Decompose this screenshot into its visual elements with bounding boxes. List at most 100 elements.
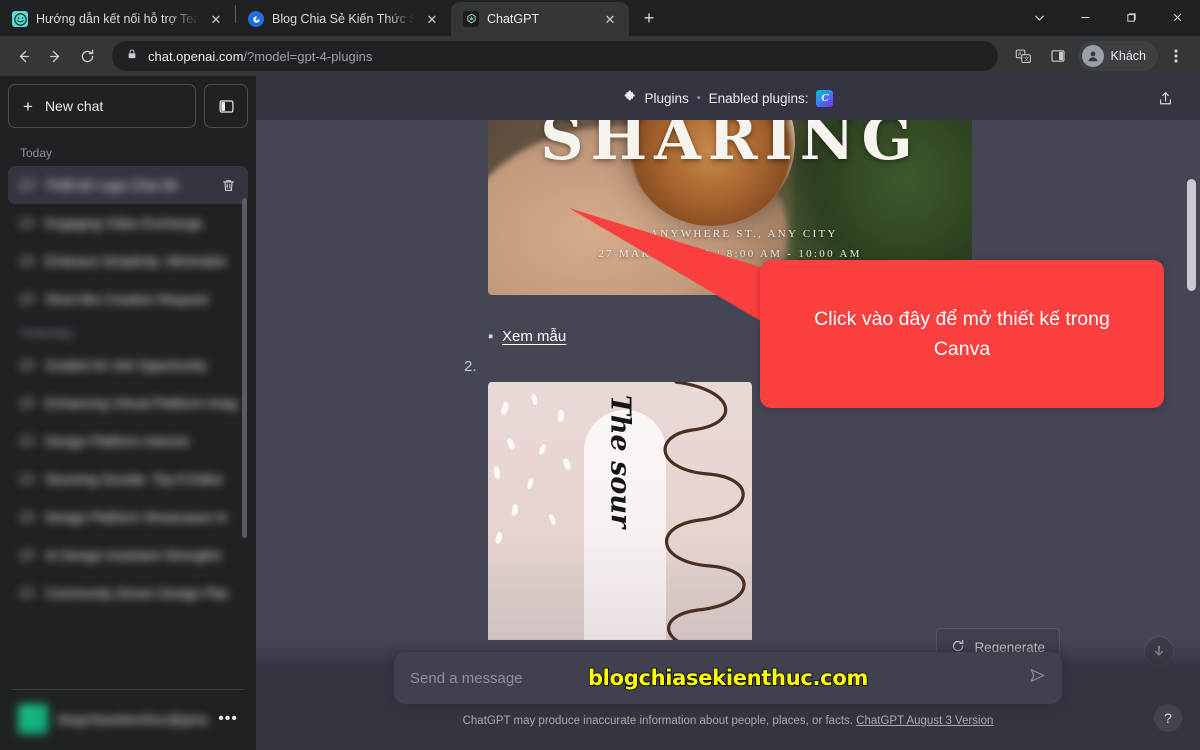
- disclaimer-body: ChatGPT may produce inaccurate informati…: [462, 715, 853, 727]
- chat-main: Plugins • Enabled plugins: C SHARING 123…: [256, 76, 1200, 750]
- list-item: Embrace Simplicity: Minimalist: [45, 253, 226, 269]
- decorative-speck: [537, 443, 548, 456]
- decorative-speck: [548, 513, 557, 526]
- browser-tab-chatgpt[interactable]: ChatGPT ✕: [451, 2, 629, 36]
- avatar: [18, 704, 48, 734]
- share-upload-icon[interactable]: [1152, 85, 1178, 111]
- three-dot-menu-icon[interactable]: [1160, 40, 1192, 72]
- sidebar-item-chat-4[interactable]: Guided Art Job Opportunity: [8, 346, 248, 384]
- flyer-details: 123 ANYWHERE ST., ANY CITY 27 MARCH, 202…: [488, 224, 972, 265]
- flyer-address: 123 ANYWHERE ST., ANY CITY: [622, 228, 838, 240]
- site-watermark: blogchiasekienthuc.com: [587, 665, 869, 691]
- close-window-icon[interactable]: [1154, 0, 1200, 34]
- browser-window: Hướng dẫn kết nối hỗ trợ Teamvi ✕ Blog C…: [0, 0, 1200, 750]
- minimize-icon[interactable]: [1062, 0, 1108, 34]
- url-text: chat.openai.com/?model=gpt-4-plugins: [148, 49, 372, 64]
- tab-title: Blog Chia Sẻ Kiến Thức Store - Sh: [272, 12, 415, 26]
- enabled-plugins-label: Enabled plugins:: [708, 90, 809, 106]
- back-icon[interactable]: [8, 41, 38, 71]
- the-source-design-image[interactable]: The sour: [488, 382, 752, 640]
- reload-icon[interactable]: [72, 41, 102, 71]
- address-bar[interactable]: chat.openai.com/?model=gpt-4-plugins: [112, 41, 998, 71]
- account-row[interactable]: blogchiasekienthuc@gmail.com •••: [8, 696, 248, 742]
- chat-scrollbar-thumb[interactable]: [1187, 179, 1196, 291]
- flyer-headline: SHARING: [540, 120, 920, 174]
- chat-bubble-icon: [20, 292, 35, 307]
- decorative-speck: [493, 465, 501, 480]
- sidebar-top-row: + New chat: [8, 84, 248, 128]
- message-composer[interactable]: Send a message blogchiasekienthuc.com: [394, 652, 1062, 704]
- page-content: + New chat Today Thiết kế Logo Chia Sẻ E…: [0, 76, 1200, 750]
- chat-bubble-icon: [20, 472, 35, 487]
- close-icon[interactable]: ✕: [423, 10, 441, 28]
- bullet-list-row: ▪ Xem mẫu: [488, 328, 566, 345]
- list-item: Short Bio Creation Request: [45, 291, 209, 307]
- list-item: Design Platform Showcases In: [45, 509, 228, 525]
- side-panel-icon[interactable]: [1042, 40, 1074, 72]
- composer-area: Send a message blogchiasekienthuc.com Ch…: [256, 638, 1200, 750]
- decorative-speck: [557, 409, 565, 423]
- new-chat-button[interactable]: + New chat: [8, 84, 196, 128]
- plugins-indicator[interactable]: Plugins • Enabled plugins: C: [623, 89, 834, 107]
- url-path: /?model=gpt-4-plugins: [243, 48, 373, 64]
- browser-tab-blog[interactable]: Blog Chia Sẻ Kiến Thức Store - Sh ✕: [236, 2, 451, 36]
- decorative-speck: [500, 401, 510, 416]
- composer-placeholder: Send a message: [410, 669, 523, 687]
- lock-icon: [126, 47, 138, 65]
- disclaimer-text: ChatGPT may produce inaccurate informati…: [463, 715, 994, 727]
- chat-bubble-icon: [20, 254, 35, 269]
- blog-icon: [248, 11, 264, 27]
- collapse-sidebar-icon[interactable]: [204, 84, 248, 128]
- chat-scrollbar[interactable]: [1186, 164, 1198, 750]
- sidebar-item-chat-1[interactable]: Engaging Video Exchange: [8, 204, 248, 242]
- chat-bubble-icon: [20, 434, 35, 449]
- decorative-speck: [526, 477, 535, 490]
- sidebar-item-chat-8[interactable]: Design Platform Showcases In: [8, 498, 248, 536]
- close-icon[interactable]: ✕: [207, 10, 225, 28]
- forward-icon[interactable]: [40, 41, 70, 71]
- list-item: Thiết kế Logo Chia Sẻ: [45, 177, 178, 193]
- plus-icon: +: [23, 96, 33, 116]
- new-tab-button[interactable]: +: [635, 4, 663, 32]
- decorative-squiggle: [663, 382, 746, 640]
- chat-bubble-icon: [20, 548, 35, 563]
- sidebar-item-chat-3[interactable]: Short Bio Creation Request: [8, 280, 248, 318]
- canva-plugin-icon[interactable]: C: [816, 89, 834, 107]
- close-icon[interactable]: ✕: [601, 10, 619, 28]
- callout-text: Click vào đây để mở thiết kế trong Canva: [814, 307, 1110, 360]
- trash-icon[interactable]: [221, 178, 236, 193]
- bullet-icon: ▪: [488, 328, 494, 345]
- design-text: The sour: [604, 394, 636, 529]
- tab-strip: Hướng dẫn kết nối hỗ trợ Teamvi ✕ Blog C…: [0, 0, 1200, 36]
- browser-tab-teamviewer[interactable]: Hướng dẫn kết nối hỗ trợ Teamvi ✕: [0, 2, 235, 36]
- profile-button[interactable]: Khách: [1077, 41, 1158, 71]
- translate-icon[interactable]: A文: [1008, 40, 1040, 72]
- chat-bubble-icon: [20, 358, 35, 373]
- sidebar-item-chat-2[interactable]: Embrace Simplicity: Minimalist: [8, 242, 248, 280]
- avatar: [1081, 45, 1104, 67]
- callout-box: Click vào đây để mở thiết kế trong Canva: [760, 260, 1164, 408]
- chevron-down-icon[interactable]: [1016, 0, 1062, 34]
- sidebar-item-chat-10[interactable]: Community Driven Design Plat: [8, 574, 248, 612]
- version-link[interactable]: ChatGPT August 3 Version: [856, 715, 993, 727]
- xem-mau-link[interactable]: Xem mẫu: [502, 328, 566, 345]
- chat-history-list[interactable]: Today Thiết kế Logo Chia Sẻ Engaging Vid…: [8, 138, 248, 683]
- account-email: blogchiasekienthuc@gmail.com: [58, 711, 208, 727]
- sidebar-item-chat-7[interactable]: Stunning Socials: Top 8 Editor: [8, 460, 248, 498]
- decorative-speck: [511, 503, 519, 517]
- tab-title: Hướng dẫn kết nối hỗ trợ Teamvi: [36, 12, 199, 26]
- list-item: Community Driven Design Plat: [45, 585, 228, 601]
- maximize-icon[interactable]: [1108, 0, 1154, 34]
- send-arrow-icon[interactable]: [1029, 667, 1046, 689]
- three-dot-menu-icon[interactable]: •••: [218, 710, 238, 728]
- list-item: Design Platform Interest: [45, 433, 189, 449]
- sidebar-item-chat-5[interactable]: Enhancing Virtual Platform Imag: [8, 384, 248, 422]
- sidebar-item-chat-9[interactable]: AI Design Assistant Strengths: [8, 536, 248, 574]
- sidebar-scrollbar[interactable]: [242, 198, 247, 538]
- help-button[interactable]: ?: [1154, 704, 1182, 732]
- sidebar-item-chat-0[interactable]: Thiết kế Logo Chia Sẻ: [8, 166, 248, 204]
- sidebar-item-chat-6[interactable]: Design Platform Interest: [8, 422, 248, 460]
- chat-messages-scroll[interactable]: SHARING 123 ANYWHERE ST., ANY CITY 27 MA…: [256, 120, 1200, 750]
- sidebar-group-label-yesterday: Yesterday: [20, 326, 73, 340]
- chat-bubble-icon: [20, 396, 35, 411]
